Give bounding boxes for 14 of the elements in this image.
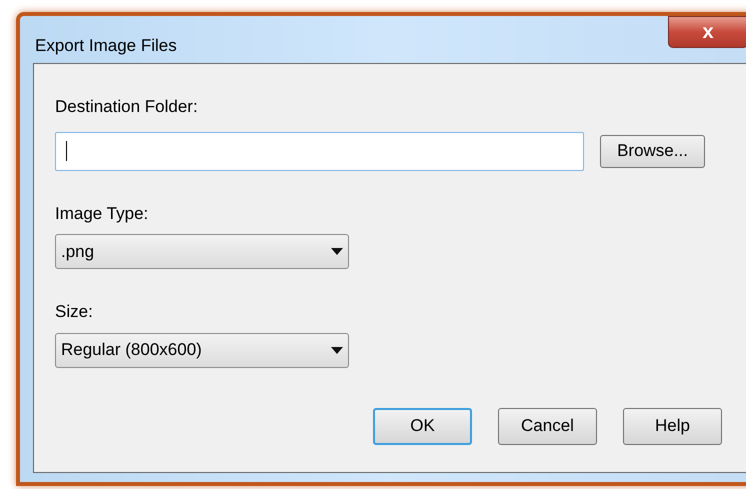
browse-button[interactable]: Browse... — [600, 134, 705, 168]
field-label: Image Type: — [55, 202, 150, 224]
close-button[interactable]: x — [668, 16, 746, 48]
dialog-button[interactable]: Cancel — [498, 408, 597, 444]
size-dropdown[interactable]: Regular (800x600) — [55, 332, 349, 368]
window-title: Export Image Files — [35, 35, 177, 57]
dialog-button[interactable]: Help — [623, 408, 722, 444]
dropdown-arrow-icon — [331, 248, 343, 255]
dropdown-arrow-icon — [331, 346, 343, 354]
field-label: Size: — [55, 301, 94, 323]
field-label: Destination Folder: — [55, 96, 199, 118]
dialog-button[interactable]: OK — [373, 408, 472, 444]
destination-input-field[interactable] — [55, 132, 584, 170]
image-type-dropdown[interactable]: .png — [55, 234, 349, 269]
